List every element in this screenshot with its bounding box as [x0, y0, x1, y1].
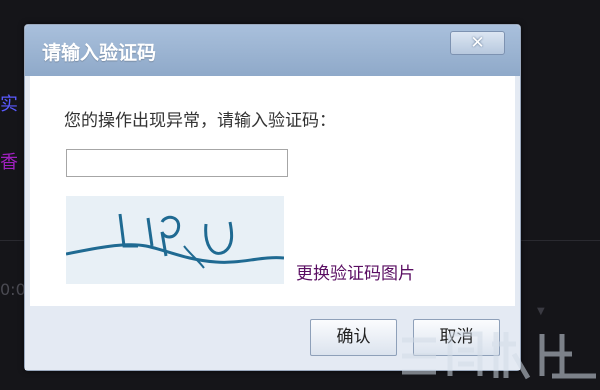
cancel-button[interactable]: 取消	[413, 319, 500, 356]
refresh-captcha-link[interactable]: 更换验证码图片	[296, 259, 415, 284]
captcha-prompt: 您的操作出现异常，请输入验证码：	[64, 111, 336, 131]
captcha-input[interactable]	[66, 149, 288, 177]
dialog-content: 您的操作出现异常，请输入验证码： 更换验证码图片	[30, 76, 515, 306]
background-text-link: 实	[0, 94, 18, 115]
close-icon: ✕	[470, 33, 485, 53]
dialog-footer: 确认 取消	[25, 306, 520, 370]
captcha-dialog: 请输入验证码 ✕ 您的操作出现异常，请输入验证码： 更换验证码图片 确认 取消	[24, 24, 521, 371]
captcha-graphic	[65, 213, 285, 269]
dialog-title: 请输入验证码	[42, 42, 157, 64]
confirm-button[interactable]: 确认	[310, 319, 397, 356]
triangle-down-icon: ▼	[537, 306, 545, 317]
background-text-link-visited: 香	[0, 152, 18, 173]
dialog-titlebar: 请输入验证码 ✕	[25, 25, 520, 76]
close-button[interactable]: ✕	[450, 31, 505, 55]
captcha-image	[65, 196, 285, 284]
background-time-text: 0:0	[0, 280, 26, 299]
